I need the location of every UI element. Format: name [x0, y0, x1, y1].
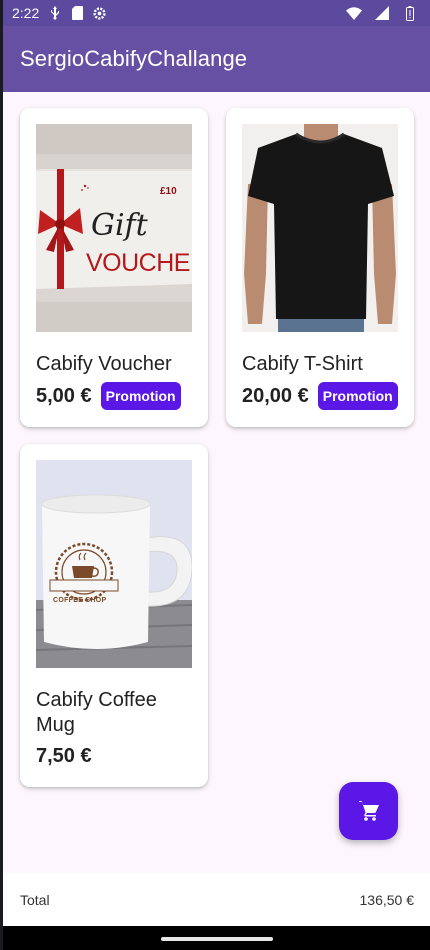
usb-icon: [47, 5, 63, 21]
price-row: 20,00 € Promotion: [242, 382, 398, 410]
voucher-word-text: VOUCHER: [86, 249, 192, 277]
promotion-badge: Promotion: [100, 382, 181, 410]
screen-edge: [0, 0, 3, 950]
price-row: 5,00 € Promotion: [36, 382, 181, 410]
sd-card-icon: [69, 5, 85, 21]
product-price: 20,00 €: [242, 384, 309, 407]
price-row: 7,50 €: [36, 745, 92, 768]
app-title: SergioCabifyChallange: [20, 46, 248, 71]
total-bar: Total 136,50 €: [0, 873, 430, 926]
product-card-coffee-mug[interactable]: COFFEE SHOP Cabify Coffee Mug 7,50 €: [20, 444, 208, 787]
product-name: Cabify Coffee Mug: [36, 689, 157, 736]
settings-icon: [91, 5, 107, 21]
coffee-mug-image: COFFEE SHOP: [36, 460, 192, 668]
navigation-bar: [0, 926, 430, 950]
status-time: 2:22: [12, 5, 40, 21]
total-label: Total: [20, 891, 50, 908]
product-name: Cabify T-Shirt: [242, 353, 363, 375]
total-value: 136,50 €: [359, 891, 415, 908]
promotion-badge: Promotion: [317, 382, 398, 410]
voucher-gift-text: Gift: [91, 208, 148, 243]
voucher-amount-text: £10: [160, 186, 177, 197]
product-price: 7,50 €: [36, 745, 92, 767]
product-price: 5,00 €: [36, 384, 92, 407]
shopping-cart-icon: [357, 799, 381, 823]
status-bar: 2:22: [0, 0, 430, 26]
cart-button[interactable]: [339, 782, 398, 840]
home-gesture-handle[interactable]: [161, 937, 273, 941]
product-card-t-shirt[interactable]: Cabify T-Shirt 20,00 € Promotion: [226, 108, 414, 427]
mug-logo-text: COFFEE SHOP: [53, 597, 107, 604]
wifi-icon: [346, 5, 362, 21]
product-name: Cabify Voucher: [36, 353, 172, 375]
app-bar: SergioCabifyChallange: [0, 26, 430, 92]
battery-icon: [402, 5, 418, 21]
t-shirt-image: [242, 124, 398, 332]
product-card-voucher[interactable]: £10 Gift VOUCHER Cabify Voucher 5,00 € P…: [20, 108, 208, 427]
signal-icon: [374, 5, 390, 21]
gift-voucher-image: £10 Gift VOUCHER: [36, 124, 192, 332]
